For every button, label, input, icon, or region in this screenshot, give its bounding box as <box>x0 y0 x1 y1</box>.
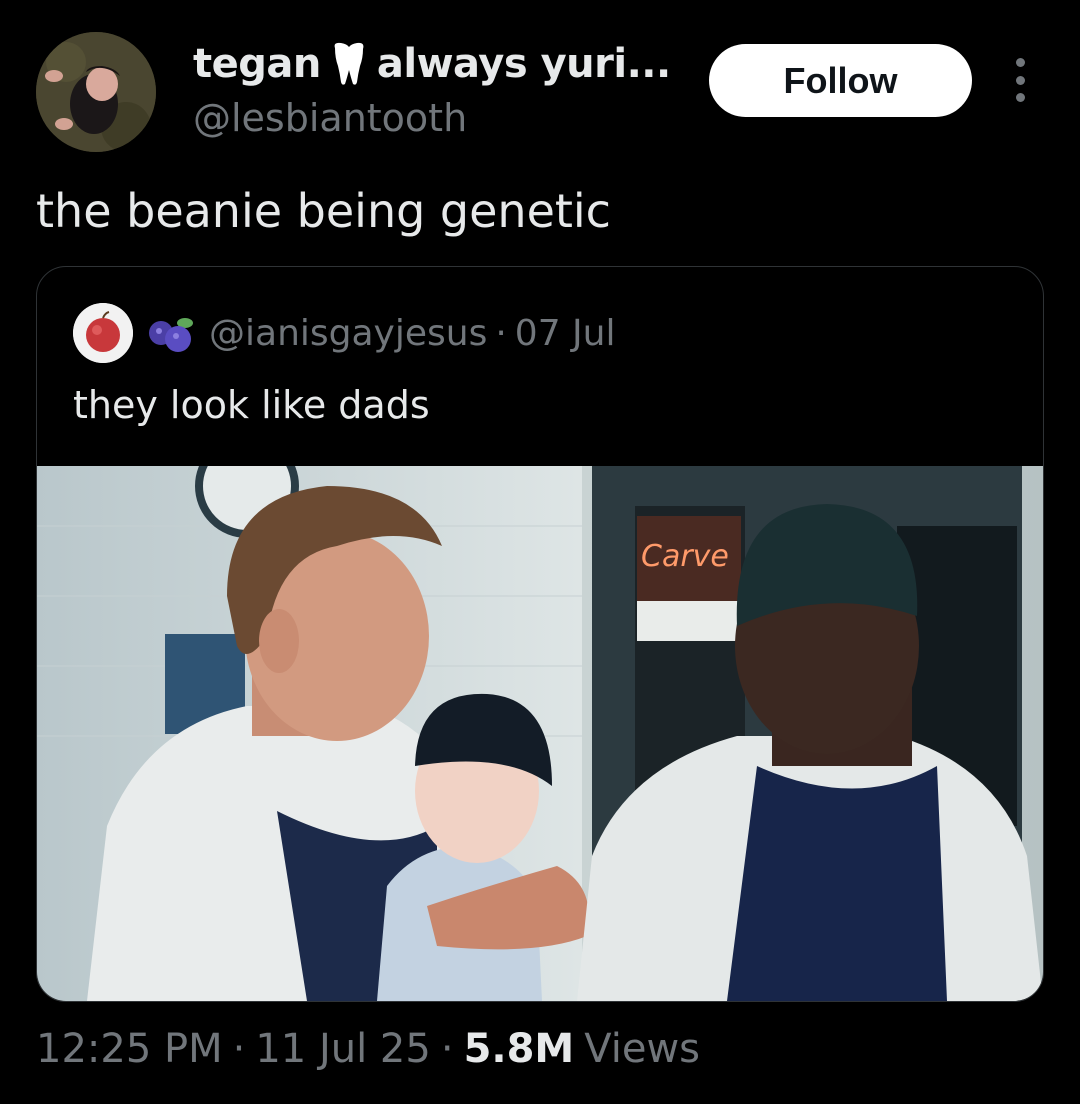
meta-separator: · <box>440 1026 454 1072</box>
apple-icon <box>73 303 133 363</box>
author-avatar[interactable] <box>36 32 156 152</box>
more-dot <box>1015 75 1025 85</box>
meta-separator: · <box>232 1026 246 1072</box>
tweet-text: the beanie being genetic <box>36 184 611 238</box>
quoted-date[interactable]: 07 Jul <box>515 313 616 354</box>
more-options-icon[interactable] <box>1002 58 1038 102</box>
quoted-tweet-card[interactable]: @ianisgayjesus · 07 Jul they look like d… <box>36 266 1044 1002</box>
author-display-name[interactable]: tegan always yuri... <box>193 40 671 88</box>
more-dot <box>1015 58 1025 67</box>
follow-button[interactable]: Follow <box>709 44 972 117</box>
views-count[interactable]: 5.8M <box>464 1026 575 1072</box>
blueberries-icon <box>149 318 193 352</box>
author-name-part2: always yuri... <box>376 41 671 87</box>
quoted-author-handle[interactable]: @ianisgayjesus <box>209 313 487 354</box>
movie-still-photo: Carve <box>37 466 1043 1001</box>
quoted-separator: · <box>495 312 507 354</box>
views-label: Views <box>584 1026 700 1072</box>
avatar-photo <box>36 32 156 152</box>
author-name-part1: tegan <box>193 41 321 87</box>
quoted-tweet-text: they look like dads <box>73 383 430 427</box>
more-dot <box>1015 93 1025 102</box>
quoted-tweet-image[interactable]: Carve <box>37 466 1043 1001</box>
quoted-author-avatar[interactable] <box>73 303 133 363</box>
author-handle[interactable]: @lesbiantooth <box>193 96 467 140</box>
tweet-time[interactable]: 12:25 PM <box>36 1026 223 1072</box>
quoted-tweet-header: @ianisgayjesus · 07 Jul <box>73 303 615 363</box>
tweet-date[interactable]: 11 Jul 25 <box>255 1026 431 1072</box>
neon-sign: Carve <box>641 539 729 574</box>
tooth-icon <box>334 42 364 85</box>
tweet-meta: 12:25 PM · 11 Jul 25 · 5.8M Views <box>36 1026 700 1072</box>
